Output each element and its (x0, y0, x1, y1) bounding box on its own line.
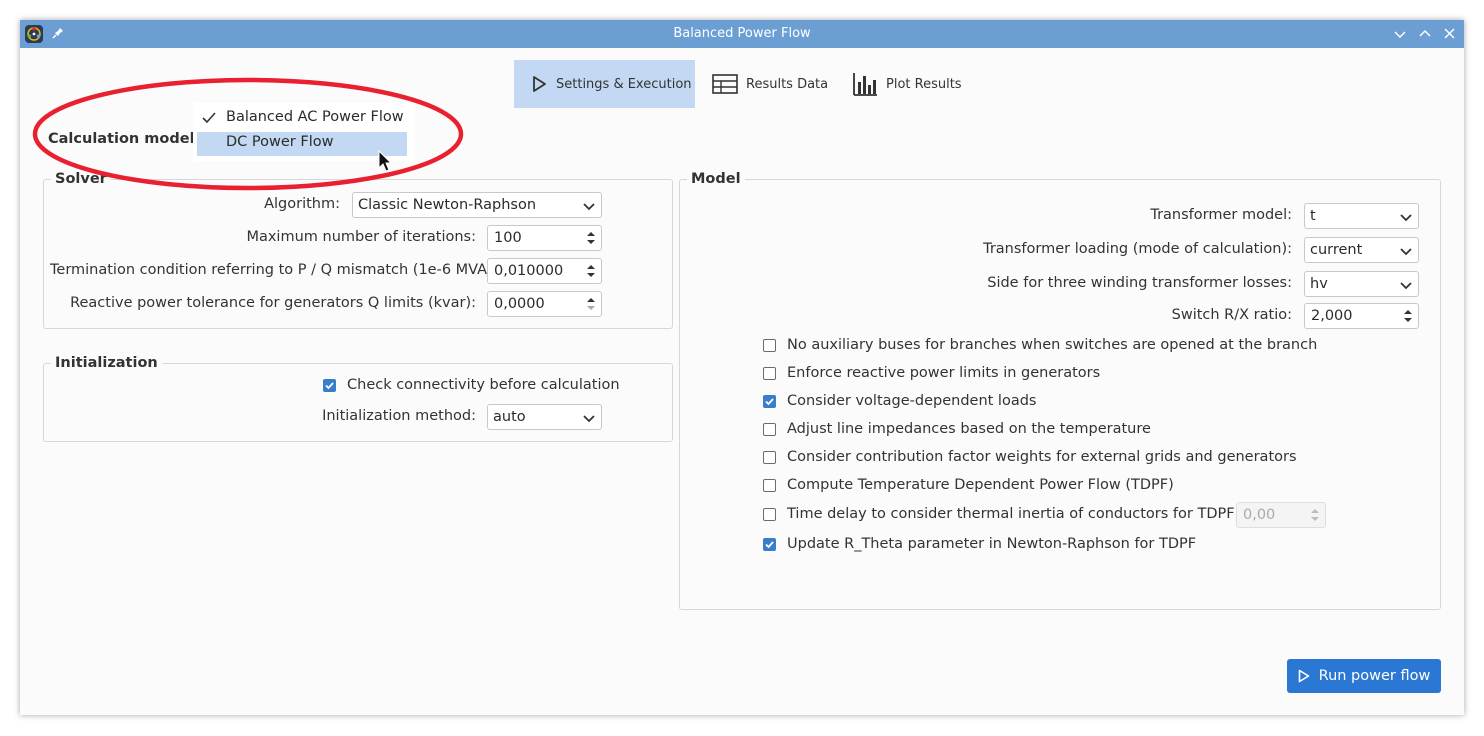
voltage-dependent-loads-label: Consider voltage-dependent loads (787, 393, 1037, 409)
chevron-down-icon (1400, 279, 1412, 290)
time-delay-spinbox[interactable]: 0,00 (1236, 502, 1326, 528)
model-group-title: Model (687, 171, 745, 187)
spin-arrows-icon[interactable] (586, 263, 596, 279)
maximize-button[interactable] (1415, 24, 1435, 44)
tab-label: Settings & Execution (556, 76, 692, 92)
mouse-cursor-icon (378, 150, 393, 172)
transformer-loading-label: Transformer loading (mode of calculation… (983, 241, 1292, 257)
spin-arrows-icon[interactable] (1403, 308, 1413, 324)
window-title: Balanced Power Flow (673, 26, 811, 41)
bar-chart-icon (852, 72, 878, 96)
run-power-flow-label: Run power flow (1318, 668, 1431, 684)
checkmark-icon (765, 541, 774, 549)
algorithm-select[interactable]: Classic Newton-Raphson (352, 192, 602, 218)
contribution-factor-label: Consider contribution factor weights for… (787, 449, 1297, 465)
tab-settings-execution[interactable]: Settings & Execution (514, 60, 695, 108)
run-power-flow-button[interactable]: Run power flow (1287, 659, 1441, 693)
tab-plot-results[interactable]: Plot Results (852, 60, 972, 108)
transformer-loading-select[interactable]: current (1304, 237, 1419, 263)
chevron-down-icon (1400, 211, 1412, 222)
spin-arrows-icon[interactable] (586, 296, 596, 312)
tdpf-checkbox[interactable] (763, 479, 776, 492)
algorithm-label: Algorithm: (264, 196, 340, 212)
annotation-ellipse (32, 77, 464, 191)
check-connectivity-checkbox[interactable] (323, 379, 336, 392)
minimize-button[interactable] (1390, 24, 1410, 44)
reactive-tolerance-label: Reactive power tolerance for generators … (70, 295, 476, 311)
transformer-model-value: t (1310, 208, 1316, 224)
switch-rx-value: 2,000 (1311, 308, 1353, 324)
initialization-method-select[interactable]: auto (487, 404, 602, 430)
initialization-method-value: auto (493, 409, 526, 425)
tab-label: Results Data (746, 76, 829, 92)
switch-rx-label: Switch R/X ratio: (1171, 307, 1292, 323)
termination-spinbox[interactable]: 0,010000 (487, 258, 602, 284)
voltage-dependent-loads-checkbox[interactable] (763, 395, 776, 408)
tab-label: Plot Results (886, 76, 962, 92)
transformer-model-label: Transformer model: (1150, 207, 1292, 223)
max-iterations-spinbox[interactable]: 100 (487, 225, 602, 251)
time-delay-checkbox[interactable] (763, 508, 776, 521)
no-auxiliary-buses-label: No auxiliary buses for branches when swi… (787, 337, 1318, 353)
update-r-theta-checkbox[interactable] (763, 538, 776, 551)
chevron-down-icon (583, 200, 595, 211)
tab-results-data[interactable]: Results Data (712, 60, 832, 108)
spin-arrows-icon[interactable] (586, 230, 596, 246)
close-button[interactable] (1440, 24, 1460, 44)
reactive-tolerance-value: 0,0000 (494, 296, 545, 312)
termination-label: Termination condition referring to P / Q… (50, 262, 498, 278)
check-connectivity-label: Check connectivity before calculation (347, 377, 620, 393)
reactive-tolerance-spinbox[interactable]: 0,0000 (487, 291, 602, 317)
three-winding-select[interactable]: hv (1304, 271, 1419, 297)
time-delay-label: Time delay to consider thermal inertia o… (787, 506, 1263, 522)
play-icon (1298, 669, 1310, 683)
checkmark-icon (765, 398, 774, 406)
initialization-group (43, 363, 673, 442)
chevron-down-icon (1400, 245, 1412, 256)
tdpf-label: Compute Temperature Dependent Power Flow… (787, 477, 1174, 493)
enforce-q-limits-label: Enforce reactive power limits in generat… (787, 365, 1101, 381)
max-iterations-label: Maximum number of iterations: (246, 229, 476, 245)
update-r-theta-label: Update R_Theta parameter in Newton-Raphs… (787, 536, 1197, 552)
table-icon (712, 74, 738, 94)
enforce-q-limits-checkbox[interactable] (763, 367, 776, 380)
adjust-line-impedance-checkbox[interactable] (763, 423, 776, 436)
three-winding-label: Side for three winding transformer losse… (987, 275, 1292, 291)
contribution-factor-checkbox[interactable] (763, 451, 776, 464)
termination-value: 0,010000 (494, 263, 564, 279)
algorithm-value: Classic Newton-Raphson (358, 197, 537, 213)
no-auxiliary-buses-checkbox[interactable] (763, 339, 776, 352)
max-iterations-value: 100 (494, 230, 522, 246)
initialization-method-label: Initialization method: (322, 408, 476, 424)
transformer-model-select[interactable]: t (1304, 203, 1419, 229)
transformer-loading-value: current (1310, 242, 1363, 258)
chevron-down-icon (583, 412, 595, 423)
adjust-line-impedance-label: Adjust line impedances based on the temp… (787, 421, 1151, 437)
three-winding-value: hv (1310, 276, 1328, 292)
initialization-group-title: Initialization (51, 355, 162, 371)
switch-rx-spinbox[interactable]: 2,000 (1304, 303, 1419, 329)
time-delay-value: 0,00 (1243, 507, 1276, 523)
spin-arrows-icon[interactable] (1310, 507, 1320, 523)
checkmark-icon (325, 382, 334, 390)
title-bar[interactable]: Balanced Power Flow (20, 20, 1464, 48)
play-icon (530, 75, 548, 93)
